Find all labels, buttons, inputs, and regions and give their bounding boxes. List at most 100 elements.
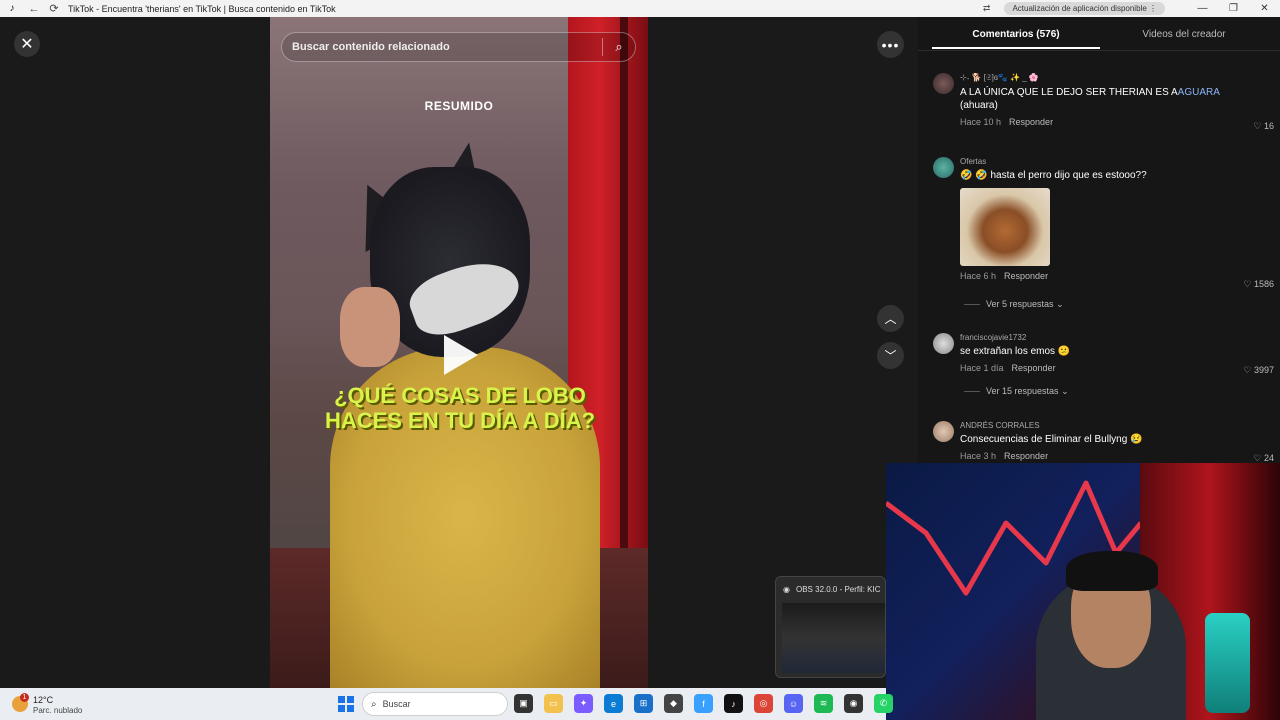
spotify-icon[interactable]: ≋ [814,694,833,713]
comment-search-highlight[interactable]: AGUARA [1178,87,1220,98]
discord-icon[interactable]: ☺ [784,694,803,713]
view-replies-button[interactable]: Ver 5 respuestas ⌄ [964,299,1064,310]
webcam-teal-object [1205,613,1250,713]
windows-taskbar: 1 12°C Parc. nublado ⌕ Buscar ▣ ▭ ✦ e ⊞ … [0,688,893,720]
close-player-button[interactable]: ✕ [14,31,40,57]
copilot-icon[interactable]: ✦ [574,694,593,713]
obs-taskbar-preview[interactable]: ◉ OBS 32.0.0 - Perfil: KIC [775,576,886,678]
search-icon[interactable]: ⌕ [603,39,635,55]
obs-icon: ◉ [783,585,790,594]
reply-button[interactable]: Responder [1004,271,1048,281]
obs-window-title: OBS 32.0.0 - Perfil: KIC [796,585,881,594]
video-frame[interactable]: Buscar contenido relacionado ⌕ RESUMIDO … [270,17,648,688]
comment-time: Hace 1 día [960,363,1004,373]
avatar[interactable] [933,157,954,178]
start-tile [338,705,345,712]
windows-start-button[interactable] [338,696,354,712]
weather-description: Parc. nublado [33,706,83,715]
update-label: Actualización de aplicación disponible [1012,4,1147,13]
app-icon[interactable]: ◆ [664,694,683,713]
like-button[interactable]: ♡ 3997 [1243,365,1274,376]
start-tile [347,696,354,703]
update-available-button[interactable]: Actualización de aplicación disponible ⋮ [1004,2,1165,15]
comment-text-part: (ahuara) [960,100,998,111]
comment-meta: Hace 10 h Responder [960,117,1270,127]
panel-tabs: Comentarios (576) Videos del creador [932,17,1268,49]
taskbar-search[interactable]: ⌕ Buscar [362,692,508,716]
comment-username[interactable]: ANDRÉS CORRALES [960,421,1270,430]
start-tile [338,696,345,703]
edge-icon[interactable]: e [604,694,623,713]
tab-comments[interactable]: Comentarios (576) [932,17,1100,49]
tiktok-app-icon: ♪ [9,3,15,14]
comment-text-part: A LA ÚNICA QUE LE DEJO SER THERIAN ES A [960,87,1178,98]
video-overlay-label: RESUMIDO [424,99,494,113]
weather-widget[interactable]: 1 12°C Parc. nublado [10,693,100,717]
reply-button[interactable]: Responder [1009,117,1053,127]
webcam-overlay [886,463,1280,720]
translate-icon[interactable]: ⇄ [983,3,991,14]
chevron-down-icon: ⌄ [1056,299,1064,309]
comment-text: 🤣 🤣 hasta el perro dijo que es estooo?? [960,170,1147,181]
view-replies-button[interactable]: Ver 15 respuestas ⌄ [964,386,1069,397]
notification-badge: 1 [20,693,29,702]
like-count: 1586 [1253,279,1274,289]
replies-dash [964,304,980,306]
view-replies-label: Ver 15 respuestas [986,386,1059,396]
browser-titlebar: ♪ ← ⟳ TikTok - Encuentra 'therians' en T… [0,0,1280,17]
chevron-down-icon: ⌄ [1061,386,1069,396]
start-tile [347,705,354,712]
file-explorer-icon[interactable]: ▭ [544,694,563,713]
comment-meta: Hace 6 h Responder [960,271,1270,281]
maximize-button[interactable]: ❐ [1218,3,1249,14]
play-icon[interactable] [444,335,478,375]
tab-creator-videos[interactable]: Videos del creador [1100,17,1268,49]
update-more-icon: ⋮ [1149,4,1157,13]
comment-username[interactable]: franciscojavie1732 [960,333,1270,342]
task-view-icon[interactable]: ▣ [514,694,533,713]
previous-video-button[interactable]: ︿ [877,305,904,332]
comment-image-dog[interactable] [960,188,1050,266]
comment-text: Consecuencias de Eliminar el Bullyng 😢 [960,434,1143,445]
chrome-icon[interactable]: ◎ [754,694,773,713]
taskbar-apps: ▣ ▭ ✦ e ⊞ ◆ f ♪ ◎ ☺ ≋ ◉ ✆ [514,694,893,713]
search-icon: ⌕ [371,698,377,710]
comment-time: Hace 3 h [960,451,997,461]
back-button[interactable]: ← [24,3,44,15]
like-count: 3997 [1253,365,1274,375]
reload-button[interactable]: ⟳ [44,2,64,15]
comment-text: se extrañan los emos 😕 [960,346,1071,357]
video-person-hand [340,287,400,367]
like-count: 24 [1263,453,1274,463]
avatar[interactable] [933,421,954,442]
avatar[interactable] [933,333,954,354]
avatar[interactable] [933,73,954,94]
minimize-button[interactable]: — [1187,3,1218,14]
like-button[interactable]: ♡ 1586 [1243,279,1274,290]
tiktok-icon[interactable]: ♪ [724,694,743,713]
replies-dash [964,391,980,393]
next-video-button[interactable]: ﹀ [877,342,904,369]
obs-preview-thumbnail[interactable] [782,603,885,673]
comment-username[interactable]: Ofertas [960,157,1270,166]
comment-username[interactable]: ⊹˖ 🐕 [𝔖]ɞ🐾 ✨ _ 🌸 [960,73,1270,83]
window-title: TikTok - Encuentra 'therians' en TikTok … [68,3,336,14]
related-search-input[interactable]: Buscar contenido relacionado ⌕ [281,32,636,62]
obs-icon[interactable]: ◉ [844,694,863,713]
like-count: 16 [1263,121,1274,131]
reply-button[interactable]: Responder [1004,451,1048,461]
like-button[interactable]: ♡ 16 [1253,121,1274,132]
app-icon[interactable]: f [694,694,713,713]
weather-temp: 12°C [33,695,54,705]
reply-button[interactable]: Responder [1012,363,1056,373]
store-icon[interactable]: ⊞ [634,694,653,713]
comment-meta: Hace 1 día Responder [960,363,1270,373]
more-options-button[interactable]: ••• [877,31,904,58]
comment-time: Hace 10 h [960,117,1002,127]
whatsapp-icon[interactable]: ✆ [874,694,893,713]
comment-time: Hace 6 h [960,271,997,281]
close-window-button[interactable]: ✕ [1249,3,1280,14]
tabs-divider [918,50,1280,51]
taskbar-search-label: Buscar [382,699,411,709]
webcam-person-hair [1066,551,1158,591]
